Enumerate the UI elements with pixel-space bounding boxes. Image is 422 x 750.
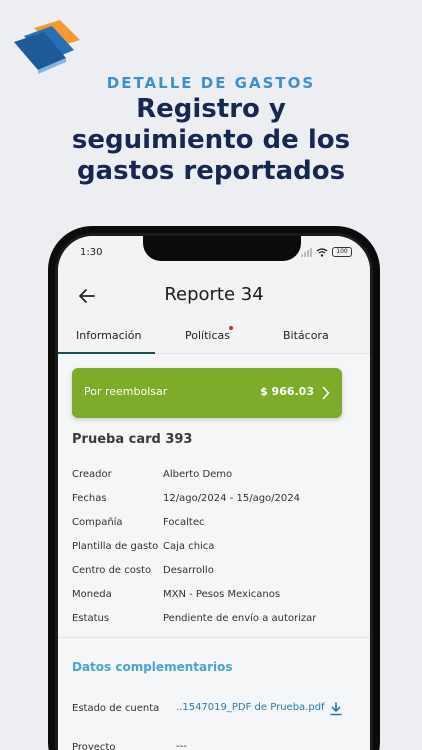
detail-label: Moneda: [72, 588, 112, 600]
tab-informacion[interactable]: Información: [76, 329, 141, 342]
detail-value: 12/ago/2024 - 15/ago/2024: [163, 492, 300, 504]
wifi-icon: [316, 247, 328, 257]
detail-row: Estatus Pendiente de envío a autorizar: [72, 606, 352, 630]
detail-value: Alberto Demo: [163, 468, 233, 480]
detail-label: Plantilla de gasto: [72, 540, 159, 552]
logo-icon: [14, 20, 80, 74]
detail-label: Fechas: [72, 492, 107, 504]
detail-label: Centro de costo: [72, 564, 152, 576]
phone-notch: [143, 236, 301, 261]
headline-line-3: gastos reportados: [76, 156, 346, 186]
detail-label: Estatus: [72, 612, 110, 624]
reimburse-button[interactable]: Por reembolsar $ 966.03: [72, 368, 342, 418]
phone-screen: 1:30 100 Reporte 34 Información Política…: [55, 233, 373, 750]
section-divider: [58, 637, 370, 638]
tab-politicas[interactable]: Políticas: [185, 329, 230, 342]
detail-row: Fechas 12/ago/2024 - 15/ago/2024: [72, 486, 352, 510]
account-statement-file-link[interactable]: ..1547019_PDF de Prueba.pdf: [176, 702, 325, 713]
details-list: Creador Alberto Demo Fechas 12/ago/2024 …: [72, 462, 352, 630]
account-statement-label: Estado de cuenta: [72, 703, 160, 714]
detail-value: MXN - Pesos Mexicanos: [163, 588, 281, 600]
tab-bar: Información Políticas Bitácora: [58, 320, 370, 354]
hero-eyebrow: DETALLE DE GASTOS: [106, 74, 316, 92]
page-title: Reporte 34: [164, 284, 264, 305]
detail-value: Pendiente de envío a autorizar: [163, 612, 317, 624]
detail-row: Creador Alberto Demo: [72, 462, 352, 486]
report-content: Por reembolsar $ 966.03 Prueba card 393 …: [58, 354, 370, 750]
section-title: Datos complementarios: [72, 660, 233, 674]
detail-row: Compañía Focaltec: [72, 510, 352, 534]
detail-row: Plantilla de gasto Caja chica: [72, 534, 352, 558]
headline-line-2: seguimiento de los: [71, 125, 351, 155]
tab-bitacora[interactable]: Bitácora: [283, 329, 329, 342]
reimburse-label: Por reembolsar: [84, 385, 168, 398]
headline-line-1: Registro y: [136, 94, 286, 124]
signal-icon: [301, 247, 312, 257]
project-label: Proyecto: [72, 742, 116, 750]
detail-value: Focaltec: [163, 516, 205, 528]
detail-label: Compañía: [72, 516, 123, 528]
project-row: Proyecto ---: [72, 741, 352, 750]
detail-label: Creador: [72, 468, 112, 480]
account-statement-row: Estado de cuenta ..1547019_PDF de Prueba…: [72, 702, 352, 732]
detail-value: Caja chica: [163, 540, 215, 552]
card-title: Prueba card 393: [72, 432, 193, 447]
notification-dot: [229, 326, 233, 330]
detail-value: Desarrollo: [163, 564, 214, 576]
status-time: 1:30: [80, 247, 103, 258]
chevron-right-icon: [322, 386, 330, 400]
phone-frame: 1:30 100 Reporte 34 Información Política…: [48, 226, 380, 750]
detail-row: Moneda MXN - Pesos Mexicanos: [72, 582, 352, 606]
status-icons: 100: [301, 247, 352, 257]
detail-row: Centro de costo Desarrollo: [72, 558, 352, 582]
battery-icon: 100: [332, 247, 352, 257]
reimburse-amount: $ 966.03: [260, 385, 314, 398]
download-icon[interactable]: [330, 702, 342, 716]
hero-headline: Registro y seguimiento de los gastos rep…: [0, 94, 422, 187]
project-value: ---: [176, 741, 187, 750]
app-header: Reporte 34: [58, 272, 370, 320]
